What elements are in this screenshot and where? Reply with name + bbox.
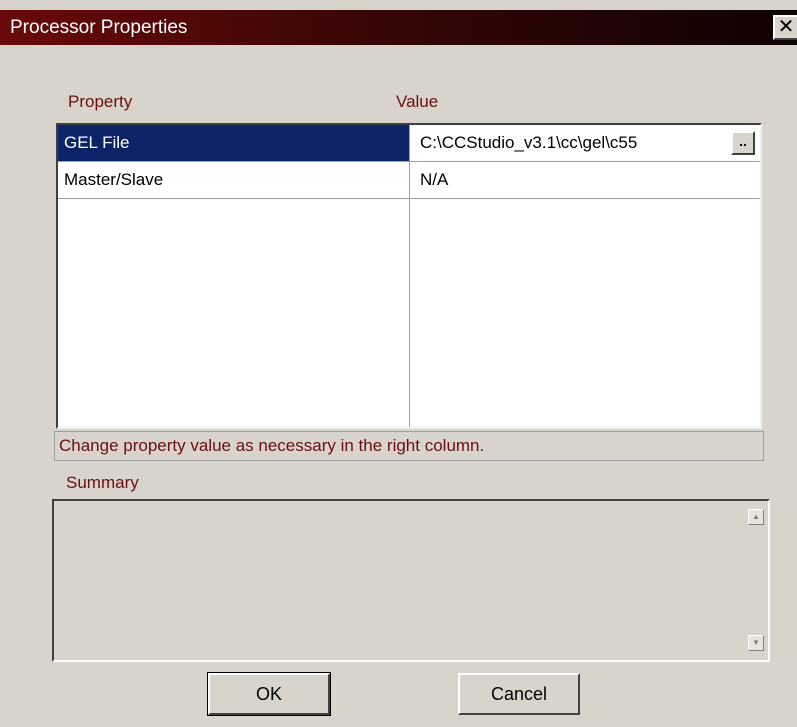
scroll-down-button[interactable]: ▼ bbox=[748, 635, 764, 651]
value-column-header: Value bbox=[396, 92, 439, 111]
table-row-master-slave[interactable]: Master/Slave N/A bbox=[58, 162, 760, 199]
browse-button[interactable]: .. bbox=[731, 131, 755, 155]
gel-file-value[interactable]: C:\CCStudio_v3.1\cc\gel\c55 bbox=[420, 125, 720, 161]
property-name: GEL File bbox=[64, 133, 130, 152]
arrow-up-icon: ▲ bbox=[752, 512, 760, 521]
processor-properties-dialog: Processor Properties ✕ Property Value GE… bbox=[0, 0, 797, 727]
table-row-gel-file[interactable]: GEL File C:\CCStudio_v3.1\cc\gel\c55 .. bbox=[58, 125, 760, 162]
hint-text: Change property value as necessary in th… bbox=[54, 431, 764, 461]
ok-button[interactable]: OK bbox=[207, 672, 331, 716]
property-grid: GEL File C:\CCStudio_v3.1\cc\gel\c55 .. … bbox=[56, 123, 762, 429]
close-icon: ✕ bbox=[777, 16, 795, 38]
title-bar[interactable]: Processor Properties ✕ bbox=[0, 10, 797, 45]
cancel-button[interactable]: Cancel bbox=[458, 673, 580, 715]
scroll-up-button[interactable]: ▲ bbox=[748, 509, 764, 525]
window-title: Processor Properties bbox=[10, 17, 188, 38]
summary-textarea[interactable]: ▲ ▼ bbox=[52, 499, 770, 662]
property-name: Master/Slave bbox=[64, 170, 164, 189]
arrow-down-icon: ▼ bbox=[752, 638, 760, 647]
summary-label: Summary bbox=[66, 473, 139, 492]
property-column-header: Property bbox=[68, 92, 133, 111]
master-slave-value[interactable]: N/A bbox=[420, 162, 720, 198]
close-button[interactable]: ✕ bbox=[773, 15, 797, 40]
